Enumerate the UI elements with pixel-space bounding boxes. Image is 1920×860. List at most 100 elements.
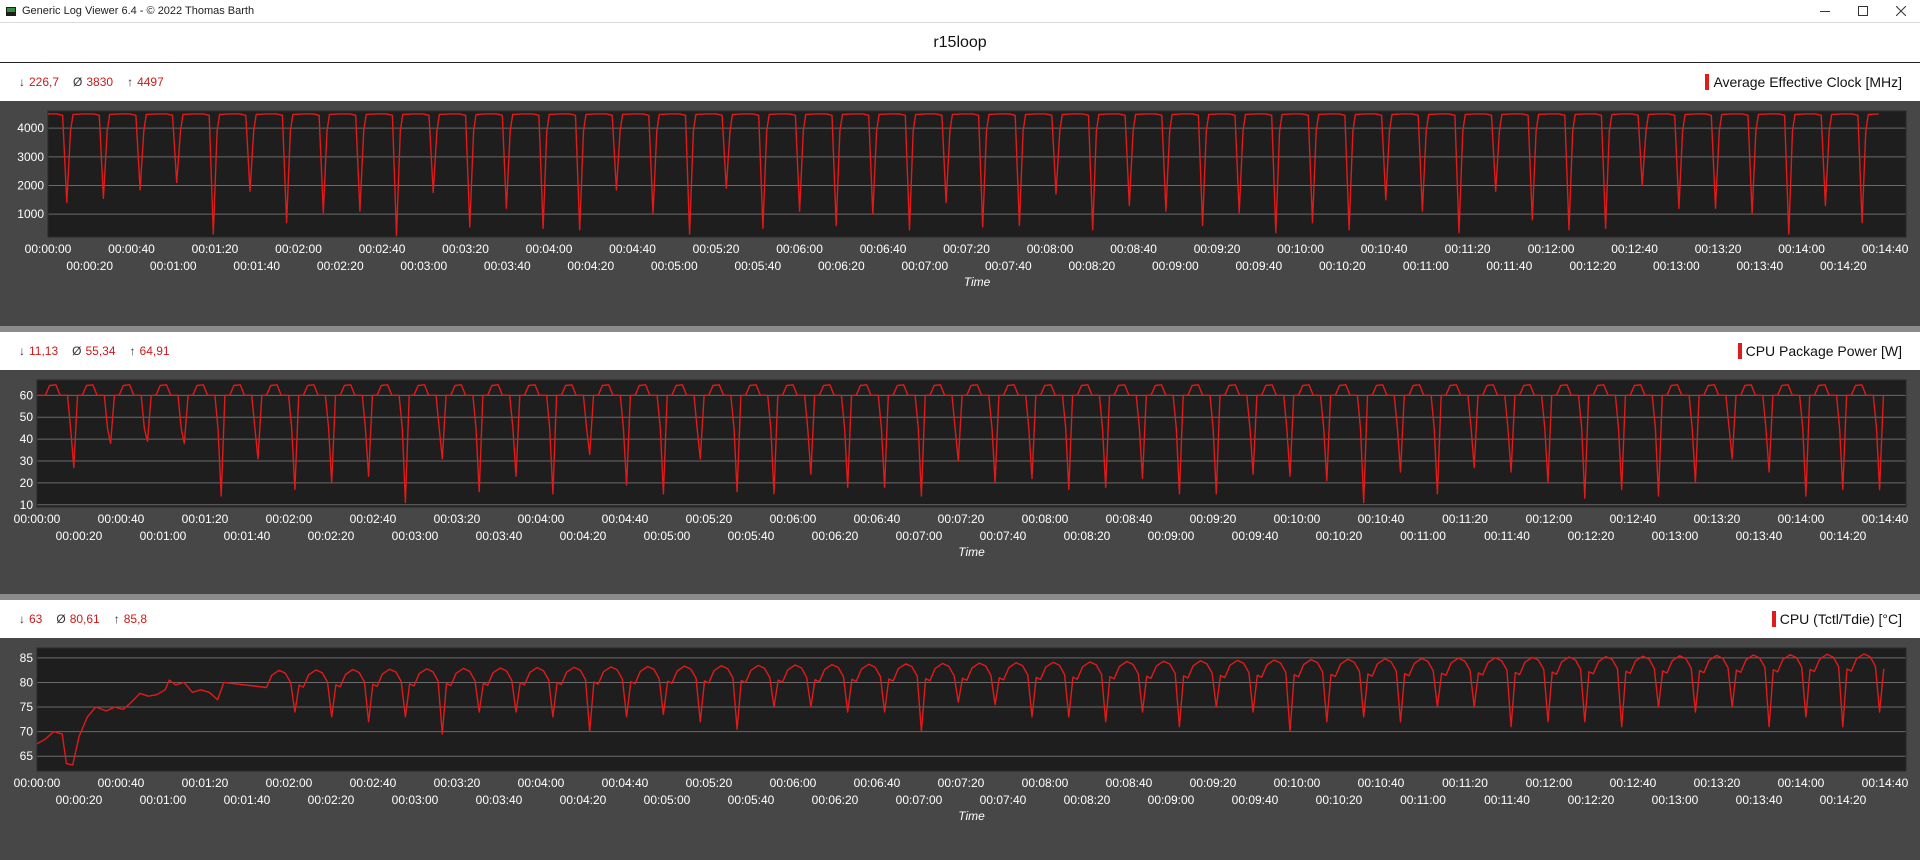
stat-avg: Ø 80,61	[56, 612, 99, 626]
x-tick-label: 00:01:40	[224, 529, 271, 543]
stat-avg-value: 3830	[86, 75, 114, 89]
line-chart[interactable]: 10 20 30 40 50 60 00:00:00 00:00:40 00:01:20 00:0…	[0, 370, 1920, 594]
x-tick-label: 00:03:40	[484, 259, 531, 273]
x-tick-label: 00:09:00	[1148, 793, 1195, 807]
x-tick-label: 00:08:20	[1068, 259, 1115, 273]
stat-max-value: 4497	[137, 75, 164, 89]
x-tick-label: 00:12:00	[1526, 776, 1573, 790]
stat-max-value: 85,8	[123, 612, 148, 626]
x-tick-label: 00:12:20	[1568, 529, 1615, 543]
minimize-icon[interactable]	[1806, 0, 1844, 22]
x-tick-label: 00:09:00	[1148, 529, 1195, 543]
x-tick-label: 00:08:00	[1022, 512, 1069, 526]
x-tick-label: 00:08:20	[1064, 529, 1111, 543]
x-tick-label: 00:08:00	[1027, 242, 1074, 256]
x-tick-label: 00:05:00	[644, 793, 691, 807]
panel-header: ↓ 226,7 Ø 3830 ↑ 4497 Average Effective Clo…	[0, 63, 1920, 101]
x-tick-label: 00:06:20	[812, 793, 859, 807]
x-tick-label: 00:14:00	[1778, 512, 1825, 526]
series-color-marker	[1737, 343, 1742, 359]
x-axis-label: Time	[958, 545, 985, 559]
main-title-bar: r15loop	[0, 23, 1920, 64]
x-tick-label: 00:09:20	[1194, 242, 1241, 256]
stat-avg: Ø 3830	[73, 75, 113, 89]
x-tick-label: 00:08:20	[1064, 793, 1111, 807]
y-tick-label: 3000	[17, 150, 44, 164]
window-controls	[1806, 0, 1920, 22]
x-tick-label: 00:10:00	[1274, 776, 1321, 790]
x-tick-label: 00:04:00	[518, 776, 565, 790]
x-axis-label: Time	[958, 809, 985, 823]
plot-area[interactable]	[37, 648, 1906, 771]
x-tick-label: 00:01:00	[150, 259, 197, 273]
average-icon: Ø	[56, 612, 66, 626]
x-tick-label: 00:05:40	[728, 529, 775, 543]
x-tick-label: 00:11:00	[1403, 259, 1449, 273]
x-tick-label: 00:09:20	[1190, 776, 1237, 790]
x-tick-label: 00:09:40	[1232, 793, 1279, 807]
chart-panel-clock: ↓ 226,7 Ø 3830 ↑ 4497 Average Effective Clo…	[0, 63, 1920, 326]
x-tick-label: 00:11:20	[1442, 776, 1488, 790]
arrow-up-icon: ↑	[127, 75, 134, 89]
x-tick-label: 00:07:00	[896, 793, 943, 807]
x-tick-label: 00:12:40	[1610, 776, 1657, 790]
x-tick-label: 00:06:40	[860, 242, 907, 256]
x-tick-label: 00:03:00	[400, 259, 447, 273]
panel-header: ↓ 11,13 Ø 55,34 ↑ 64,91 CPU Package Power […	[0, 332, 1920, 370]
x-tick-label: 00:04:20	[567, 259, 614, 273]
x-tick-label: 00:00:20	[56, 529, 103, 543]
x-tick-label: 00:05:20	[686, 776, 733, 790]
x-tick-label: 00:04:00	[518, 512, 565, 526]
x-tick-label: 00:04:00	[526, 242, 573, 256]
x-tick-label: 00:05:40	[734, 259, 781, 273]
x-tick-label: 00:08:40	[1106, 776, 1153, 790]
stats-bar: ↓ 226,7 Ø 3830 ↑ 4497	[19, 63, 164, 101]
x-tick-label: 00:11:40	[1484, 529, 1530, 543]
x-tick-label: 00:00:40	[98, 776, 145, 790]
y-tick-label: 85	[20, 651, 34, 665]
y-tick-label: 65	[20, 749, 34, 763]
series-label[interactable]: CPU Package Power [W]	[1737, 332, 1902, 370]
y-tick-label: 30	[20, 454, 34, 468]
x-tick-label: 00:14:40	[1862, 242, 1909, 256]
series-label[interactable]: Average Effective Clock [MHz]	[1705, 63, 1902, 101]
x-tick-label: 00:00:00	[25, 242, 72, 256]
stat-max: ↑ 4497	[127, 75, 164, 89]
x-tick-label: 00:12:00	[1528, 242, 1575, 256]
x-tick-label: 00:11:40	[1484, 793, 1530, 807]
x-tick-label: 00:10:00	[1277, 242, 1324, 256]
x-tick-label: 00:00:00	[14, 512, 61, 526]
x-tick-label: 00:01:20	[192, 242, 239, 256]
series-label[interactable]: CPU (Tctl/Tdie) [°C]	[1771, 600, 1902, 638]
series-label-text: CPU Package Power [W]	[1745, 343, 1902, 359]
y-tick-label: 2000	[17, 178, 44, 192]
x-tick-label: 00:10:40	[1358, 512, 1405, 526]
x-tick-label: 00:04:40	[602, 512, 649, 526]
x-tick-label: 00:10:20	[1319, 259, 1366, 273]
x-tick-label: 00:11:00	[1400, 793, 1446, 807]
x-tick-label: 00:01:20	[182, 512, 229, 526]
x-tick-label: 00:08:00	[1022, 776, 1069, 790]
x-tick-label: 00:10:40	[1361, 242, 1408, 256]
x-tick-label: 00:02:40	[359, 242, 406, 256]
stat-min-value: 226,7	[29, 75, 60, 89]
x-tick-label: 00:14:20	[1820, 793, 1867, 807]
x-tick-label: 00:03:40	[476, 793, 523, 807]
line-chart[interactable]: 1000 2000 3000 4000 00:00:00 00:00:40 00:01:20…	[0, 101, 1920, 326]
maximize-icon[interactable]	[1844, 0, 1882, 22]
close-icon[interactable]	[1882, 0, 1920, 22]
stat-min-value: 63	[29, 612, 43, 626]
x-tick-label: 00:02:20	[317, 259, 364, 273]
stat-max-value: 64,91	[139, 344, 170, 358]
x-tick-label: 00:02:40	[350, 512, 397, 526]
x-tick-label: 00:10:20	[1316, 793, 1363, 807]
stat-min: ↓ 11,13	[19, 344, 58, 358]
x-tick-label: 00:07:00	[901, 259, 948, 273]
x-tick-label: 00:14:00	[1778, 242, 1825, 256]
line-chart[interactable]: 65 70 75 80 85 00:00:00 00:00:40 00:01:20 00:02:…	[0, 638, 1920, 860]
chart-panel-power: ↓ 11,13 Ø 55,34 ↑ 64,91 CPU Package Power […	[0, 332, 1920, 594]
x-tick-label: 00:04:20	[560, 529, 607, 543]
x-tick-label: 00:09:20	[1190, 512, 1237, 526]
x-tick-label: 00:13:40	[1736, 793, 1783, 807]
x-tick-label: 00:10:40	[1358, 776, 1405, 790]
